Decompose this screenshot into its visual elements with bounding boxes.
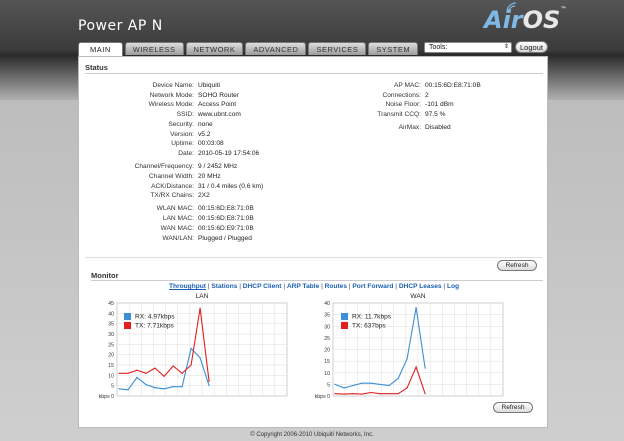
- wan-point: [334, 393, 336, 395]
- wan-point: [343, 393, 345, 395]
- lan-point: [172, 365, 174, 367]
- wan-point: [379, 393, 381, 395]
- legend-swatch-tx: [124, 322, 131, 330]
- wan-y-tick-label: 35: [324, 313, 330, 319]
- lan-point: [181, 386, 183, 388]
- lan-point: [190, 364, 192, 366]
- lan-point: [145, 384, 147, 386]
- wan-y-tick-label: kbps 0: [315, 394, 330, 400]
- wan-legend: RX: 11.7kbps TX: 637bps: [341, 313, 391, 330]
- wan-y-tick-label: 10: [324, 371, 330, 377]
- lan-point: [208, 385, 210, 387]
- lan-point: [154, 387, 156, 389]
- lan-y-tick-label: 30: [108, 332, 114, 338]
- legend-tx-wan: TX: 637bps: [341, 322, 391, 330]
- lan-point: [172, 386, 174, 388]
- legend-swatch-rx: [341, 313, 348, 320]
- lan-point: [136, 376, 138, 378]
- wan-y-tick-label: 20: [324, 348, 330, 354]
- lan-point: [190, 347, 192, 350]
- copyright-footer: © Copyright 2006-2010 Ubiquiti Networks,…: [250, 432, 374, 438]
- wan-point: [352, 393, 354, 395]
- lan-y-tick-label: 25: [108, 342, 114, 348]
- wan-point: [406, 387, 408, 389]
- wan-point: [397, 393, 399, 395]
- wan-point: [370, 382, 372, 384]
- wan-point: [424, 367, 426, 369]
- wan-point: [397, 377, 399, 380]
- lan-point: [163, 388, 165, 390]
- wan-point: [361, 393, 363, 395]
- lan-y-tick-label: 35: [108, 322, 114, 328]
- wan-y-tick-label: 15: [324, 359, 330, 365]
- lan-y-tick-label: 40: [108, 311, 114, 317]
- lan-point: [118, 388, 120, 390]
- lan-point: [127, 389, 129, 391]
- lan-point: [145, 372, 147, 374]
- wan-point: [343, 387, 345, 389]
- wan-y-tick-label: 40: [324, 301, 330, 307]
- wan-y-tick-label: 25: [324, 336, 330, 342]
- wan-point: [379, 383, 381, 385]
- lan-point: [208, 380, 210, 383]
- lan-point: [199, 357, 201, 359]
- lan-legend: RX: 4.97kbps TX: 7.71kbps: [124, 313, 175, 330]
- lan-point: [136, 369, 138, 371]
- wan-point: [424, 393, 426, 395]
- wan-y-tick-label: 30: [324, 324, 330, 330]
- lan-y-tick-label: kbps 0: [99, 394, 114, 400]
- wan-y-tick-label: 5: [327, 382, 330, 388]
- lan-chart: kbps 0 5 10 15 20 25 30 35 40 45 kbps 0 5 10 15 20 25 30…: [99, 301, 504, 400]
- legend-swatch-tx: [341, 322, 348, 330]
- lan-y-tick-label: 10: [108, 373, 114, 379]
- lan-point: [199, 307, 201, 309]
- lan-point: [127, 372, 129, 374]
- legend-rx-lan: RX: 4.97kbps: [124, 313, 175, 320]
- wan-point: [406, 358, 408, 360]
- lan-y-tick-label: 15: [108, 363, 114, 369]
- lan-point: [118, 372, 120, 374]
- wan-point: [334, 383, 336, 385]
- wan-point: [388, 384, 390, 387]
- wan-point: [352, 384, 354, 387]
- lan-y-tick-label: 20: [108, 353, 114, 359]
- wan-point: [415, 307, 417, 309]
- legend-tx-lan: TX: 7.71kbps: [124, 322, 175, 330]
- wan-point: [388, 393, 390, 395]
- wan-point: [361, 382, 363, 384]
- legend-rx-wan: RX: 11.7kbps: [341, 313, 391, 320]
- lan-point: [181, 372, 183, 374]
- lan-y-tick-label: 5: [111, 384, 114, 390]
- lan-point: [154, 367, 156, 369]
- wan-point: [370, 391, 372, 394]
- legend-swatch-rx: [124, 313, 131, 320]
- lan-y-tick-label: 45: [108, 301, 114, 307]
- lan-point: [163, 375, 165, 377]
- wan-point: [415, 366, 417, 368]
